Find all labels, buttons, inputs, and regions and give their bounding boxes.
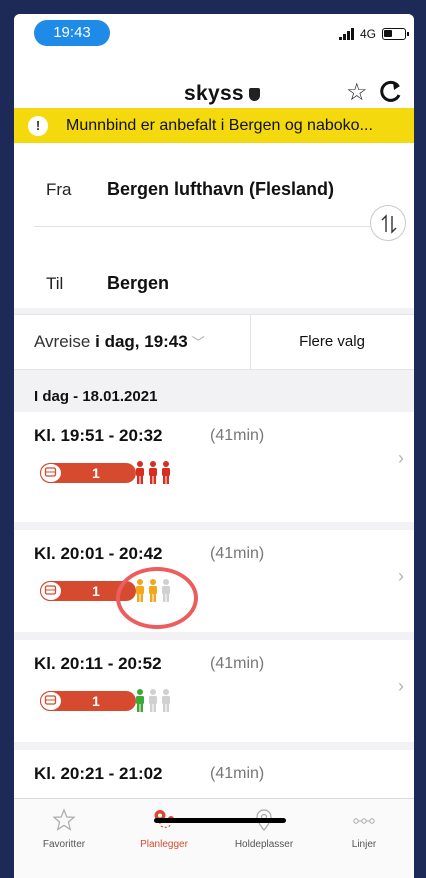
chevron-right-icon: › bbox=[398, 676, 404, 696]
route-number: 1 bbox=[92, 583, 100, 599]
trip-time: Kl. 20:11 - 20:52 bbox=[34, 654, 162, 673]
departure-selector[interactable]: Avreise i dag, 19:43 ﹀ bbox=[34, 332, 205, 352]
occupancy-icon bbox=[136, 461, 170, 484]
trip-row[interactable]: Kl. 20:01 - 20:42 (41min) › 1 bbox=[14, 530, 414, 632]
banner-text: Munnbind er anbefalt i Bergen og naboko.… bbox=[66, 116, 373, 134]
route-number: 1 bbox=[92, 465, 100, 481]
phone-screen: 19:43 4G skyss ☆ ! Munnbind er anbefalt … bbox=[14, 14, 414, 878]
tab-linjer[interactable]: Linjer bbox=[314, 799, 414, 859]
person-icon bbox=[136, 689, 144, 712]
swap-button[interactable] bbox=[370, 205, 406, 241]
trip-duration: (41min) bbox=[210, 655, 265, 672]
to-field[interactable]: Bergen bbox=[107, 273, 169, 294]
refresh-icon[interactable] bbox=[378, 78, 404, 104]
tab-label: Linjer bbox=[351, 839, 377, 850]
chevron-right-icon: › bbox=[398, 566, 404, 586]
tram-icon bbox=[40, 581, 62, 601]
trip-duration: (41min) bbox=[210, 427, 265, 444]
departure-value: i dag, 19:43 bbox=[95, 332, 188, 351]
person-icon bbox=[136, 461, 144, 484]
alert-icon: ! bbox=[28, 115, 48, 136]
star-outline-icon bbox=[52, 808, 76, 831]
battery-icon bbox=[382, 28, 409, 40]
trip-time: Kl. 19:51 - 20:32 bbox=[34, 426, 163, 445]
tram-icon bbox=[40, 463, 62, 483]
status-indicators: 4G bbox=[338, 26, 409, 42]
more-options-button[interactable]: Flere valg bbox=[250, 315, 414, 369]
swap-arrows-icon bbox=[381, 214, 397, 234]
date-header: I dag - 18.01.2021 bbox=[34, 388, 158, 405]
to-label: Til bbox=[46, 274, 64, 293]
home-indicator bbox=[154, 818, 286, 823]
person-icon bbox=[149, 461, 157, 484]
from-field[interactable]: Bergen lufthavn (Flesland) bbox=[107, 179, 334, 200]
signal-icon bbox=[338, 28, 354, 40]
shield-icon bbox=[248, 87, 260, 101]
trip-duration: (41min) bbox=[210, 765, 265, 782]
route-badge: 1 bbox=[40, 691, 136, 711]
trip-row[interactable]: Kl. 20:11 - 20:52 (41min) › 1 bbox=[14, 640, 414, 742]
trip-duration: (41min) bbox=[210, 545, 265, 562]
divider bbox=[34, 226, 374, 227]
person-icon bbox=[162, 689, 170, 712]
line-dots-icon bbox=[353, 818, 375, 824]
from-label: Fra bbox=[46, 180, 72, 199]
trip-row[interactable]: Kl. 19:51 - 20:32 (41min) › 1 bbox=[14, 412, 414, 522]
occupancy-icon bbox=[136, 689, 170, 712]
tab-label: Planlegger bbox=[140, 839, 188, 850]
route-number: 1 bbox=[92, 693, 100, 709]
tram-icon bbox=[40, 691, 62, 711]
favorite-star-button[interactable]: ☆ bbox=[346, 78, 368, 107]
chevron-down-icon: ﹀ bbox=[191, 335, 205, 350]
tab-label: Holdeplasser bbox=[234, 839, 294, 850]
status-time: 19:43 bbox=[34, 20, 110, 46]
departure-prefix: Avreise bbox=[34, 332, 91, 351]
network-type: 4G bbox=[359, 27, 376, 41]
search-options: Avreise i dag, 19:43 ﹀ Flere valg bbox=[14, 314, 414, 370]
tab-label: Favoritter bbox=[42, 839, 86, 850]
route-badge: 1 bbox=[40, 463, 136, 483]
logo-text: skyss bbox=[184, 82, 244, 105]
tab-planlegger[interactable]: Planlegger bbox=[114, 799, 214, 859]
trip-row[interactable]: Kl. 20:21 - 21:02 (41min) bbox=[14, 750, 414, 798]
tab-favoritter[interactable]: Favoritter bbox=[14, 799, 114, 859]
mask-advice-banner[interactable]: ! Munnbind er anbefalt i Bergen og nabok… bbox=[14, 108, 414, 143]
person-icon bbox=[162, 461, 170, 484]
tab-bar: Favoritter Planlegger Holdeplasser Linje… bbox=[14, 798, 414, 878]
highlight-circle bbox=[116, 567, 198, 629]
status-bar: 19:43 4G bbox=[14, 14, 414, 54]
skyss-logo: skyss bbox=[184, 82, 260, 106]
trip-time: Kl. 20:21 - 21:02 bbox=[34, 764, 163, 783]
journey-form: Fra Bergen lufthavn (Flesland) Til Berge… bbox=[14, 143, 414, 308]
app-header: skyss ☆ bbox=[14, 54, 414, 108]
tab-holdeplasser[interactable]: Holdeplasser bbox=[214, 799, 314, 859]
person-icon bbox=[149, 689, 157, 712]
chevron-right-icon: › bbox=[398, 448, 404, 468]
trip-time: Kl. 20:01 - 20:42 bbox=[34, 544, 163, 563]
